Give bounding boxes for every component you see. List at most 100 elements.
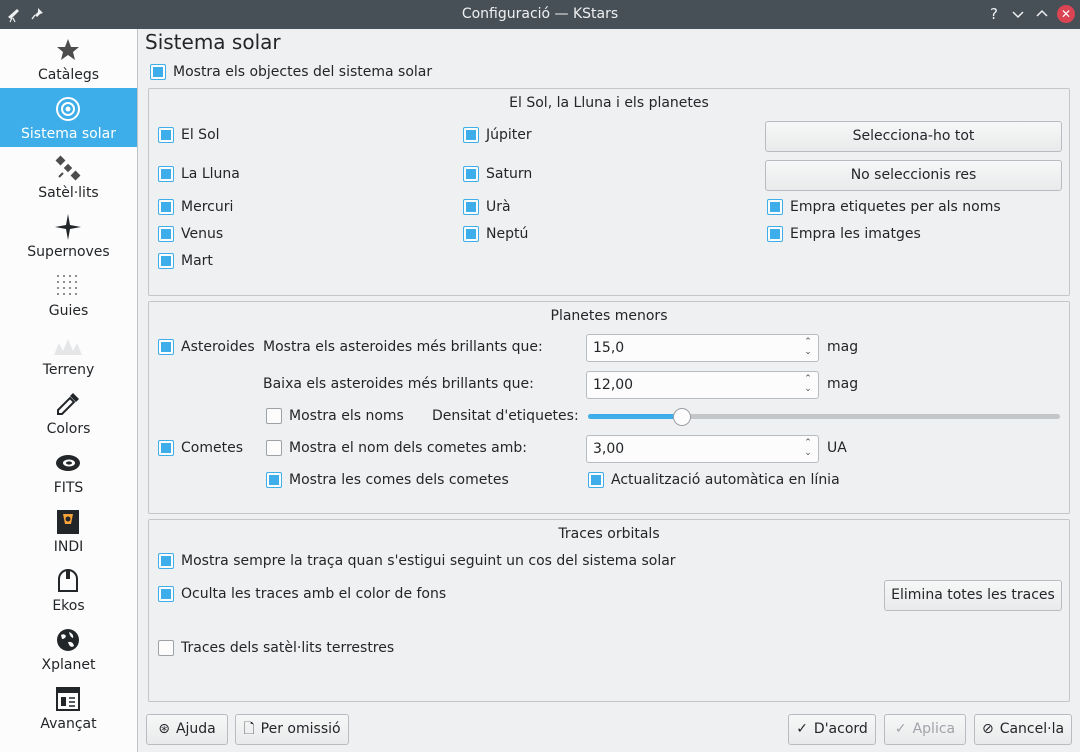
- checkbox-label: Neptú: [486, 226, 529, 242]
- spin-arrows-icon[interactable]: ⌃ ⌄: [802, 337, 814, 359]
- use-name-labels-checkbox[interactable]: Empra etiquetes per als noms: [767, 199, 1001, 215]
- sidebar-item-fits[interactable]: FITS: [0, 442, 137, 501]
- checkbox-box[interactable]: [266, 472, 282, 488]
- sidebar-item-xplanet[interactable]: Xplanet: [0, 619, 137, 678]
- window-title: Configuració — KStars: [461, 6, 619, 22]
- sidebar: Catàlegs Sistema solar Satèl·lits Supern…: [0, 29, 138, 752]
- sidebar-item-ekos[interactable]: Ekos: [0, 560, 137, 619]
- checkbox-label: La Lluna: [181, 166, 240, 182]
- show-solar-system-checkbox[interactable]: Mostra els objectes del sistema solar: [150, 64, 432, 80]
- sidebar-item-supernovae[interactable]: Supernoves: [0, 206, 137, 265]
- comets-checkbox[interactable]: Cometes: [158, 440, 243, 456]
- sidebar-item-label: INDI: [53, 539, 84, 555]
- sidebar-item-colors[interactable]: Colors: [0, 383, 137, 442]
- ekos-icon: [58, 569, 78, 592]
- checkbox-box[interactable]: [767, 226, 783, 242]
- color-picker-icon: [57, 393, 79, 415]
- select-none-button[interactable]: No seleccionis res: [765, 160, 1062, 191]
- sidebar-item-catalogs[interactable]: Catàlegs: [0, 29, 137, 88]
- satellite-icon: [55, 155, 81, 181]
- sidebar-item-solar-system[interactable]: Sistema solar: [0, 88, 137, 147]
- venus-checkbox[interactable]: Venus: [158, 226, 223, 242]
- sidebar-item-label: Guies: [48, 303, 89, 319]
- checkbox-box[interactable]: [463, 166, 479, 182]
- sidebar-item-advanced[interactable]: Avançat: [0, 678, 137, 737]
- planets-group: El Sol, la Lluna i els planetes: [148, 88, 1070, 296]
- clear-all-trails-button[interactable]: Elimina totes les traces: [884, 580, 1062, 611]
- sidebar-item-terrain[interactable]: Terreny: [0, 324, 137, 383]
- spin-arrows-icon[interactable]: ⌃ ⌄: [802, 438, 814, 460]
- checkbox-box[interactable]: [588, 472, 604, 488]
- always-trail-checkbox[interactable]: Mostra sempre la traça quan s'estigui se…: [158, 553, 676, 569]
- close-icon[interactable]: ✕: [1057, 5, 1075, 23]
- fade-trails-checkbox[interactable]: Oculta les traces amb el color de fons: [158, 586, 446, 602]
- show-brighter-spinbox[interactable]: 15,0 ⌃ ⌄: [586, 334, 819, 362]
- satellite-trails-checkbox[interactable]: Traces dels satèl·lits terrestres: [158, 640, 394, 656]
- slider-handle[interactable]: [673, 408, 691, 426]
- comet-names-spinbox[interactable]: 3,00 ⌃ ⌄: [586, 435, 819, 463]
- checkbox-label: Mercuri: [181, 199, 234, 215]
- checkbox-box[interactable]: [158, 226, 174, 242]
- uranus-checkbox[interactable]: Urà: [463, 199, 511, 215]
- checkbox-box[interactable]: [767, 199, 783, 215]
- checkbox-box[interactable]: [266, 440, 282, 456]
- sidebar-item-guides[interactable]: Guies: [0, 265, 137, 324]
- asteroids-checkbox[interactable]: Asteroides: [158, 339, 255, 355]
- defaults-button[interactable]: 🗋 Per omissió: [235, 714, 349, 745]
- spinbox-value: 15,0: [593, 340, 625, 356]
- auto-update-checkbox[interactable]: Actualització automàtica en línia: [588, 472, 840, 488]
- mars-checkbox[interactable]: Mart: [158, 253, 213, 269]
- checkbox-box[interactable]: [150, 64, 166, 80]
- checkbox-label: Mostra els objectes del sistema solar: [173, 64, 433, 80]
- sidebar-item-label: FITS: [53, 480, 84, 496]
- comet-comas-checkbox[interactable]: Mostra les comes dels cometes: [266, 472, 509, 488]
- checkbox-box[interactable]: [158, 440, 174, 456]
- show-comet-names-checkbox[interactable]: Mostra el nom dels cometes amb:: [266, 440, 527, 456]
- select-all-button[interactable]: Selecciona-ho tot: [765, 121, 1062, 152]
- checkbox-box[interactable]: [158, 199, 174, 215]
- maximize-icon[interactable]: [1033, 5, 1051, 23]
- checkbox-box[interactable]: [158, 640, 174, 656]
- help-icon[interactable]: ?: [985, 5, 1003, 23]
- title-bar: Configuració — KStars ? ✕: [0, 0, 1080, 29]
- show-asteroid-names-checkbox[interactable]: Mostra els noms: [266, 408, 404, 424]
- minimize-icon[interactable]: [1009, 5, 1027, 23]
- spin-arrows-icon[interactable]: ⌃ ⌄: [802, 374, 814, 396]
- checkbox-label: Mostra els noms: [289, 408, 404, 424]
- moon-checkbox[interactable]: La Lluna: [158, 166, 240, 182]
- checkbox-label: Júpiter: [486, 127, 532, 143]
- checkbox-label: Mostra les comes dels cometes: [289, 472, 509, 488]
- ok-button[interactable]: ✓ D'acord: [788, 714, 876, 745]
- checkbox-box[interactable]: [158, 339, 174, 355]
- button-label: D'acord: [813, 721, 868, 737]
- advanced-icon: [56, 687, 80, 711]
- checkbox-box[interactable]: [158, 253, 174, 269]
- checkbox-box[interactable]: [158, 166, 174, 182]
- checkbox-box[interactable]: [158, 127, 174, 143]
- checkbox-box[interactable]: [158, 586, 174, 602]
- cancel-icon: ⊘: [981, 721, 994, 737]
- saturn-checkbox[interactable]: Saturn: [463, 166, 532, 182]
- use-images-checkbox[interactable]: Empra les imatges: [767, 226, 921, 242]
- checkbox-box[interactable]: [463, 226, 479, 242]
- mercury-checkbox[interactable]: Mercuri: [158, 199, 233, 215]
- checkbox-box[interactable]: [158, 553, 174, 569]
- help-button[interactable]: ⊛ Ajuda: [146, 714, 228, 745]
- sidebar-item-satellites[interactable]: Satèl·lits: [0, 147, 137, 206]
- apply-button[interactable]: ✓ Aplica: [884, 714, 966, 745]
- checkbox-label: Actualització automàtica en línia: [611, 472, 840, 488]
- jupiter-checkbox[interactable]: Júpiter: [463, 127, 532, 143]
- hide-brighter-spinbox[interactable]: 12,00 ⌃ ⌄: [586, 371, 819, 399]
- label-density-slider[interactable]: [588, 414, 1060, 419]
- checkbox-box[interactable]: [463, 199, 479, 215]
- sun-checkbox[interactable]: El Sol: [158, 127, 220, 143]
- fits-icon: [56, 455, 80, 471]
- sidebar-item-label: Satèl·lits: [38, 185, 99, 201]
- cancel-button[interactable]: ⊘ Cancel·la: [974, 714, 1072, 745]
- checkbox-box[interactable]: [463, 127, 479, 143]
- neptune-checkbox[interactable]: Neptú: [463, 226, 528, 242]
- checkbox-box[interactable]: [266, 408, 282, 424]
- supernova-icon: [55, 214, 81, 240]
- checkbox-label: Venus: [181, 226, 224, 242]
- sidebar-item-indi[interactable]: INDI: [0, 501, 137, 560]
